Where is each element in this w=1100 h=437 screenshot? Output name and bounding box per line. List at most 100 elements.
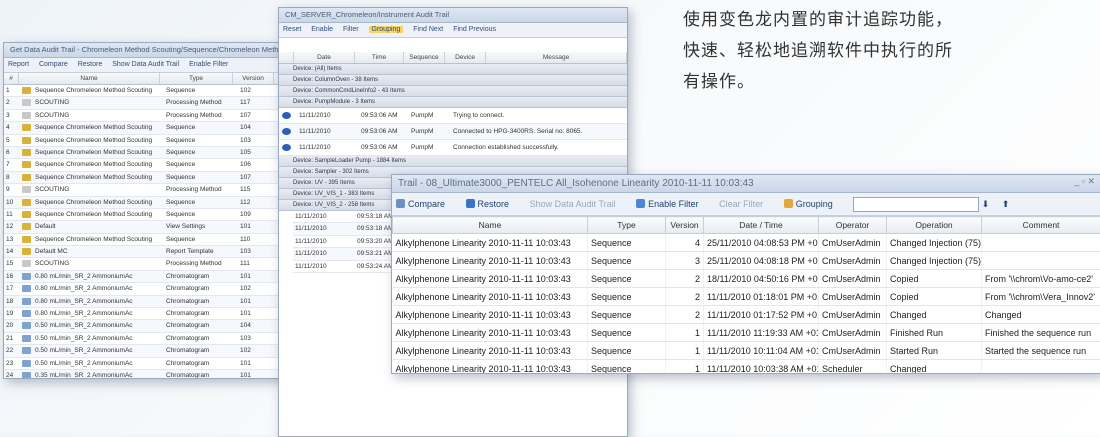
table-row[interactable]: 4Sequence Chromeleon Method ScoutingSequ…: [4, 122, 286, 134]
enable-filter-button[interactable]: Enable Filter: [636, 199, 707, 209]
toolbar: Reset Enable Filter Grouping Find Next F…: [279, 23, 627, 38]
cell: Processing Method: [164, 110, 238, 121]
table-row[interactable]: 11Sequence Chromeleon Method ScoutingSeq…: [4, 209, 286, 221]
restore-button[interactable]: Restore: [466, 199, 518, 209]
col-operation[interactable]: Operation: [887, 217, 982, 234]
grouping-button[interactable]: Grouping: [369, 26, 404, 33]
table-row[interactable]: 2SCOUTINGProcessing Method117: [4, 97, 286, 109]
find-previous-button[interactable]: Find Previous: [453, 26, 496, 33]
col-sequence-time[interactable]: Sequence Time: [404, 52, 445, 63]
table-row[interactable]: 190.80 mL/min_SR_2 AmmoniumAcChromatogra…: [4, 308, 286, 320]
table-row[interactable]: 15SCOUTINGProcessing Method111: [4, 258, 286, 270]
col-comment[interactable]: Comment: [982, 217, 1100, 234]
clear-filter-button[interactable]: Clear Filter: [719, 199, 771, 209]
find-next-icon[interactable]: ⬇: [982, 199, 990, 209]
table-header: # Name Type Version: [4, 73, 286, 85]
col-device[interactable]: Device: [445, 52, 486, 63]
col-name[interactable]: Name: [393, 217, 588, 234]
table-row[interactable]: 210.50 mL/min_SR_2 AmmoniumAcChromatogra…: [4, 333, 286, 345]
grouping-button[interactable]: Grouping: [784, 199, 841, 209]
log-entry[interactable]: 11/11/201009:53:06 AMPumpMConnected to H…: [279, 124, 627, 140]
cell: Alkylphenone Linearity 2010-11-11 10:03:…: [393, 342, 588, 360]
show-audit-trail-button[interactable]: Show Data Audit Trail: [112, 61, 179, 68]
show-audit-trail-button[interactable]: Show Data Audit Trail: [530, 199, 624, 209]
col-number[interactable]: #: [4, 73, 19, 84]
col-message[interactable]: Message: [486, 52, 627, 63]
group-header[interactable]: Device: ColumnOven - 38 Items: [279, 75, 627, 86]
table-row[interactable]: Alkylphenone Linearity 2010-11-11 10:03:…: [393, 360, 1100, 375]
table-row[interactable]: 230.50 mL/min_SR_2 AmmoniumAcChromatogra…: [4, 358, 286, 370]
col-version[interactable]: Version: [666, 217, 704, 234]
cell: Alkylphenone Linearity 2010-11-11 10:03:…: [393, 306, 588, 324]
group-header[interactable]: Device: PumpModule - 3 Items: [279, 97, 627, 108]
col-version[interactable]: Version: [233, 73, 274, 84]
cell: 11/11/2010: [293, 211, 355, 222]
col-date[interactable]: Date: [294, 52, 355, 63]
group-header[interactable]: Device: CommonCmdLineInfo2 - 43 Items: [279, 86, 627, 97]
table-row[interactable]: Alkylphenone Linearity 2010-11-11 10:03:…: [393, 288, 1100, 306]
cell: 4: [4, 122, 20, 133]
table-row[interactable]: 160.80 mL/min_SR_2 AmmoniumAcChromatogra…: [4, 271, 286, 283]
table-row[interactable]: 5Sequence Chromeleon Method ScoutingSequ…: [4, 135, 286, 147]
table-row[interactable]: Alkylphenone Linearity 2010-11-11 10:03:…: [393, 342, 1100, 360]
table-row[interactable]: 9SCOUTINGProcessing Method115: [4, 184, 286, 196]
col-type[interactable]: Type: [160, 73, 233, 84]
item-icon: [22, 372, 31, 379]
enable-filter-button[interactable]: Enable Filter: [189, 61, 228, 68]
filter-button[interactable]: Filter: [343, 26, 359, 33]
data-audit-trail-window-left[interactable]: Get Data Audit Trail - Chromeleon Method…: [3, 42, 287, 379]
window-controls[interactable]: _ ▫ ✕: [1074, 176, 1095, 187]
table-row[interactable]: Alkylphenone Linearity 2010-11-11 10:03:…: [393, 270, 1100, 288]
table-row[interactable]: Alkylphenone Linearity 2010-11-11 10:03:…: [393, 324, 1100, 342]
table-row[interactable]: 3SCOUTINGProcessing Method107: [4, 110, 286, 122]
log-entry[interactable]: 11/11/201009:53:06 AMPumpMTrying to conn…: [279, 108, 627, 124]
table-row[interactable]: 180.80 mL/min_SR_2 AmmoniumAcChromatogra…: [4, 296, 286, 308]
table-row[interactable]: 10Sequence Chromeleon Method ScoutingSeq…: [4, 197, 286, 209]
cell: View Settings: [164, 221, 238, 232]
group-header[interactable]: Device: (All) Items: [279, 64, 627, 75]
cell: 11/11/2010: [293, 261, 355, 272]
table-row[interactable]: 170.80 mL/min_SR_2 AmmoniumAcChromatogra…: [4, 283, 286, 295]
table-row[interactable]: 200.50 mL/min_SR_2 AmmoniumAcChromatogra…: [4, 320, 286, 332]
compare-button[interactable]: Compare: [396, 199, 453, 209]
table-row[interactable]: Alkylphenone Linearity 2010-11-11 10:03:…: [393, 234, 1100, 252]
cell: Sequence: [588, 306, 666, 324]
find-next-button[interactable]: Find Next: [413, 26, 443, 33]
item-icon: [22, 124, 31, 131]
search-input[interactable]: [853, 197, 979, 212]
log-entry[interactable]: 11/11/201009:53:06 AMPumpMConnection est…: [279, 140, 627, 156]
table-row[interactable]: Alkylphenone Linearity 2010-11-11 10:03:…: [393, 306, 1100, 324]
table-row[interactable]: 8Sequence Chromeleon Method ScoutingSequ…: [4, 172, 286, 184]
col-name[interactable]: Name: [19, 73, 160, 84]
table-row[interactable]: 240.35 mL/min_SR_2 AmmoniumAcChromatogra…: [4, 370, 286, 379]
table-row[interactable]: 1Sequence Chromeleon Method ScoutingSequ…: [4, 85, 286, 97]
table-row[interactable]: Alkylphenone Linearity 2010-11-11 10:03:…: [393, 252, 1100, 270]
cell: Scheduler: [819, 360, 887, 375]
find-previous-icon[interactable]: ⬆: [1002, 199, 1010, 209]
cell: 14: [4, 246, 20, 257]
enable-button[interactable]: Enable: [311, 26, 333, 33]
cell: Report Template: [164, 246, 238, 257]
report-button[interactable]: Report: [8, 61, 29, 68]
table-row[interactable]: 13Sequence Chromeleon Method ScoutingSeq…: [4, 234, 286, 246]
cell: 2: [666, 288, 704, 306]
col-type[interactable]: Type: [588, 217, 666, 234]
group-header[interactable]: Device: SampleLoader Pump - 1884 Items: [279, 156, 627, 167]
cell: 103: [238, 246, 280, 257]
table-row[interactable]: 7Sequence Chromeleon Method ScoutingSequ…: [4, 159, 286, 171]
cell: Sequence: [164, 135, 238, 146]
table-row[interactable]: 6Sequence Chromeleon Method ScoutingSequ…: [4, 147, 286, 159]
table-row[interactable]: 220.50 mL/min_SR_2 AmmoniumAcChromatogra…: [4, 345, 286, 357]
reset-button[interactable]: Reset: [283, 26, 301, 33]
col-operator[interactable]: Operator: [819, 217, 887, 234]
col-time[interactable]: Time: [355, 52, 404, 63]
col-datetime[interactable]: Date / Time: [704, 217, 819, 234]
restore-button[interactable]: Restore: [78, 61, 103, 68]
cell: 19: [4, 308, 20, 319]
cell: 18: [4, 296, 20, 307]
cell: 1: [666, 324, 704, 342]
table-row[interactable]: 14Default MCReport Template103: [4, 246, 286, 258]
sequence-audit-trail-window[interactable]: Trail - 08_Ultimate3000_PENTELC All_Isoh…: [391, 174, 1100, 374]
table-row[interactable]: 12DefaultView Settings101: [4, 221, 286, 233]
compare-button[interactable]: Compare: [39, 61, 68, 68]
